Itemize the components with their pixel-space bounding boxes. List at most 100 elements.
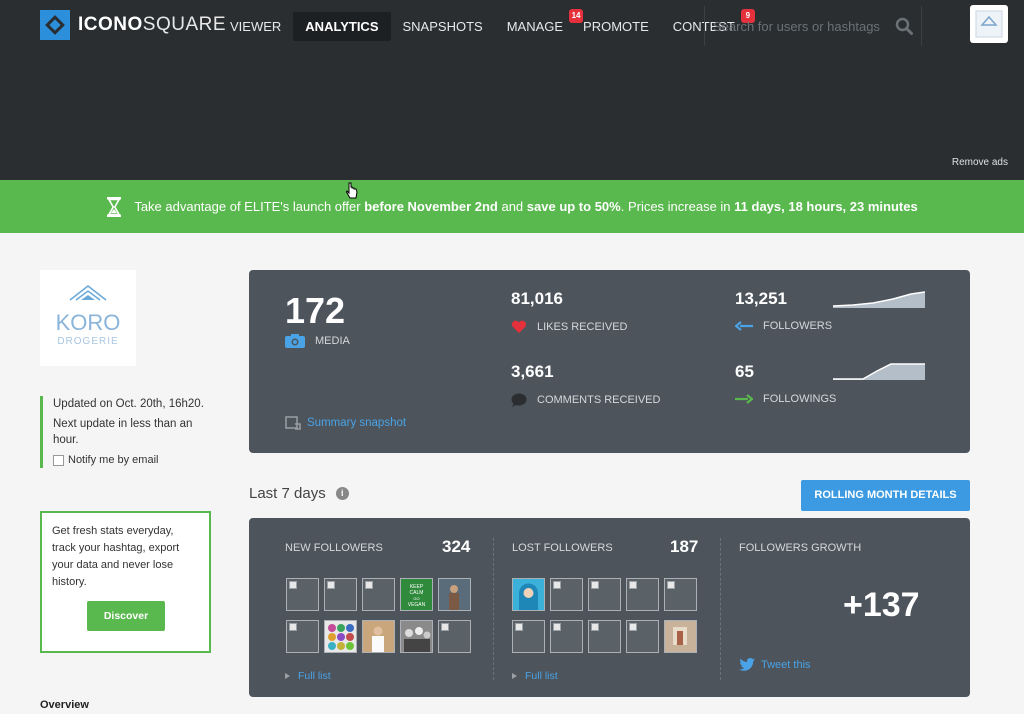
- new-follower-thumb[interactable]: [324, 578, 357, 611]
- lost-follower-thumb[interactable]: [512, 578, 545, 611]
- logo-text-light: SQUARE: [142, 14, 227, 35]
- room-photo: [665, 621, 696, 652]
- followers-label: FOLLOWERS: [763, 320, 833, 332]
- new-follower-thumb[interactable]: KEEP CALM GO VEGAN: [400, 578, 433, 611]
- new-followers-full-list-link[interactable]: Full list: [285, 670, 331, 682]
- last-7-days-label: Last 7 days: [249, 485, 326, 502]
- nav-viewer[interactable]: VIEWER: [218, 12, 293, 41]
- lost-follower-thumb[interactable]: [664, 578, 697, 611]
- rolling-month-details-button[interactable]: ROLLING MONTH DETAILS: [801, 480, 970, 511]
- group-bw-photo: [401, 621, 432, 652]
- svg-text:VEGAN: VEGAN: [408, 602, 426, 608]
- lost-followers-label: LOST FOLLOWERS: [512, 542, 613, 554]
- column-divider: [720, 538, 721, 680]
- koro-logo-line2: DROGERIE: [57, 336, 118, 347]
- search-box: [704, 6, 922, 46]
- promo-b1: before November 2nd: [364, 199, 498, 214]
- notify-checkbox-row[interactable]: Notify me by email: [53, 452, 212, 468]
- notify-checkbox[interactable]: [53, 454, 64, 466]
- search-input[interactable]: [713, 16, 883, 36]
- lost-follower-thumb[interactable]: [588, 620, 621, 653]
- person-hijab-photo: [513, 579, 544, 610]
- mouse-cursor-icon: [346, 182, 358, 199]
- search-icon[interactable]: [895, 17, 913, 35]
- summary-snapshot-link[interactable]: Summary snapshot: [285, 416, 406, 430]
- nav-manage[interactable]: MANAGE 14: [495, 9, 584, 41]
- update-info: Updated on Oct. 20th, 16h20. Next update…: [40, 396, 212, 468]
- full-list-label: Full list: [298, 670, 331, 682]
- new-follower-thumb[interactable]: [286, 578, 319, 611]
- upgrade-cta-box: Get fresh stats everyday, track your has…: [40, 511, 211, 653]
- likes-label-row: LIKES RECEIVED: [511, 320, 627, 334]
- brand-logo: KORO DROGERIE: [40, 270, 136, 366]
- logo-text-bold: ICONO: [78, 14, 143, 35]
- stats-panel: 172 MEDIA 81,016 LIKES RECEIVED 3,661 CO…: [249, 270, 970, 453]
- promo-text: Take advantage of ELITE's launch offer b…: [134, 199, 917, 214]
- nav-promote[interactable]: PROMOTE: [571, 12, 661, 41]
- lost-follower-thumb[interactable]: [626, 620, 659, 653]
- followers-growth-value: +137: [843, 586, 920, 624]
- promo-banner: Take advantage of ELITE's launch offer b…: [0, 180, 1024, 233]
- comments-label-row: COMMENTS RECEIVED: [511, 393, 660, 407]
- nav-analytics[interactable]: ANALYTICS: [293, 12, 391, 41]
- new-follower-thumb[interactable]: [400, 620, 433, 653]
- new-followers-label: NEW FOLLOWERS: [285, 542, 383, 554]
- snapshot-icon: [285, 416, 301, 430]
- followings-sparkline: [833, 363, 925, 380]
- promo-t1: Take advantage of ELITE's launch offer: [134, 199, 365, 214]
- comments-count: 3,661: [511, 362, 554, 381]
- lost-follower-thumb[interactable]: [550, 578, 583, 611]
- new-follower-thumb[interactable]: [286, 620, 319, 653]
- last-7-days-panel: NEW FOLLOWERS 324 KEEP CALM GO VEGAN Ful…: [249, 518, 970, 697]
- nav-manage-label: MANAGE: [506, 19, 564, 34]
- comment-icon: [511, 393, 527, 407]
- svg-text:GO: GO: [413, 596, 419, 601]
- full-list-label: Full list: [525, 670, 558, 682]
- likes-count: 81,016: [511, 289, 563, 308]
- media-label-row: MEDIA: [285, 334, 350, 348]
- heart-icon: [511, 320, 527, 333]
- tweet-this-label: Tweet this: [761, 658, 811, 671]
- nav-promote-label: PROMOTE: [583, 19, 649, 34]
- comments-label: COMMENTS RECEIVED: [537, 394, 661, 406]
- new-follower-thumb[interactable]: [362, 620, 395, 653]
- arrow-left-icon: [735, 321, 753, 331]
- new-follower-thumb[interactable]: [438, 578, 471, 611]
- koro-logo-icon: KORO DROGERIE: [56, 285, 120, 347]
- new-follower-thumb[interactable]: [362, 578, 395, 611]
- avatar-logo-icon: [975, 10, 1003, 38]
- followers-sparkline: [833, 291, 925, 308]
- lost-follower-thumb[interactable]: [512, 620, 545, 653]
- notify-label: Notify me by email: [68, 454, 159, 466]
- lost-follower-thumb[interactable]: [664, 620, 697, 653]
- lost-followers-full-list-link[interactable]: Full list: [512, 670, 558, 682]
- info-icon[interactable]: i: [335, 487, 349, 500]
- last-7-days-title: Last 7 days i: [249, 485, 349, 502]
- top-navbar: ICONOSQUARE VIEWER ANALYTICS SNAPSHOTS M…: [0, 0, 1024, 180]
- iconosquare-logo[interactable]: ICONOSQUARE: [40, 10, 226, 40]
- media-count: 172: [285, 290, 346, 331]
- twitter-icon: [739, 658, 755, 671]
- next-update-text: Next update in less than an hour.: [53, 418, 193, 446]
- lost-follower-thumb[interactable]: [550, 620, 583, 653]
- summary-snapshot-label: Summary snapshot: [307, 417, 407, 429]
- promo-t2: and: [497, 199, 527, 214]
- likes-label: LIKES RECEIVED: [537, 321, 628, 333]
- new-follower-thumb[interactable]: [324, 620, 357, 653]
- discover-button[interactable]: Discover: [87, 601, 165, 631]
- person-photo: [439, 579, 470, 610]
- cta-text: Get fresh stats everyday, track your has…: [52, 525, 180, 588]
- remove-ads-link[interactable]: Remove ads: [952, 157, 1008, 168]
- nav-viewer-label: VIEWER: [230, 19, 282, 34]
- followings-label: FOLLOWINGS: [763, 393, 837, 405]
- lost-follower-thumb[interactable]: [588, 578, 621, 611]
- keep-calm-image: KEEP CALM GO VEGAN: [401, 579, 432, 610]
- followers-count: 13,251: [735, 289, 787, 308]
- new-follower-thumb[interactable]: [438, 620, 471, 653]
- followers-label-row: FOLLOWERS: [735, 320, 832, 332]
- tweet-this-link[interactable]: Tweet this: [739, 658, 811, 671]
- user-avatar[interactable]: [970, 5, 1008, 43]
- overview-heading: Overview: [40, 699, 89, 711]
- lost-follower-thumb[interactable]: [626, 578, 659, 611]
- nav-snapshots[interactable]: SNAPSHOTS: [391, 12, 495, 41]
